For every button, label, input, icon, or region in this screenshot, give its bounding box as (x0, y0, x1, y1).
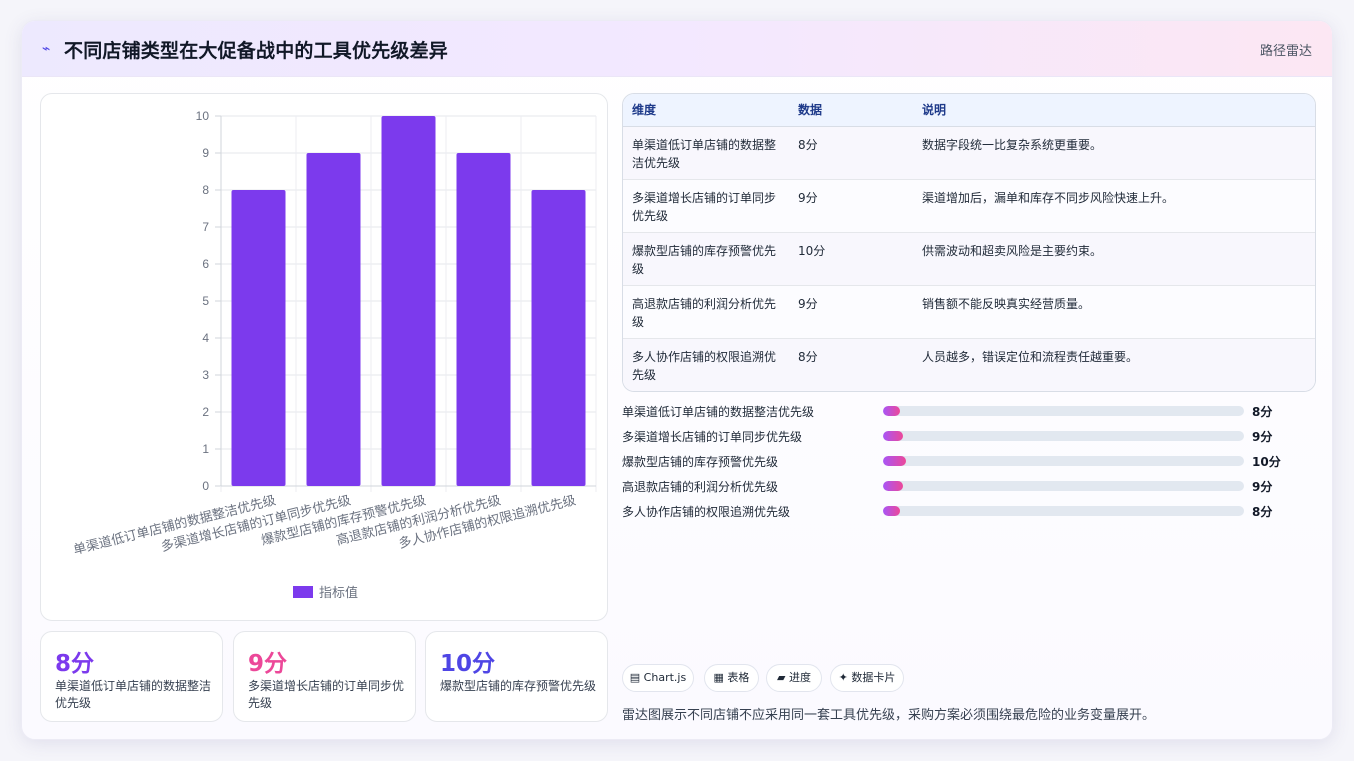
y-tick-label: 2 (202, 405, 209, 419)
chart-bar (381, 116, 436, 486)
table-row: 单渠道低订单店铺的数据整洁优先级 8分 数据字段统一比复杂系统更重要。 (623, 126, 1315, 180)
table-cell: 数据字段统一比复杂系统更重要。 (913, 126, 1315, 180)
pulse-icon: ⌁ (42, 41, 51, 57)
y-tick-label: 0 (202, 479, 209, 493)
chart-bar (231, 190, 286, 486)
y-tick-label: 1 (202, 442, 209, 456)
stat-card-1: 8分 单渠道低订单店铺的数据整洁优先级 (40, 631, 223, 722)
column-header: 维度 (623, 94, 789, 127)
stat-card-2: 9分 多渠道增长店铺的订单同步优先级 (233, 631, 416, 722)
stat-value: 10分 (440, 651, 496, 677)
table-cell: 渠道增加后，漏单和库存不同步风险快速上升。 (913, 179, 1315, 233)
stat-value: 8分 (55, 651, 95, 677)
progress-track (883, 456, 1244, 466)
legend-label: 指标值 (319, 585, 358, 601)
progress-value: 9分 (1252, 430, 1273, 444)
y-tick-label: 10 (196, 109, 210, 123)
table-cell: 8分 (798, 349, 818, 364)
progress-fill (883, 406, 901, 416)
table-cell: 10分 (789, 232, 913, 286)
progress-track (883, 406, 1244, 416)
progress-value: 10分 (1252, 455, 1281, 469)
progress-row: 爆款型店铺的库存预警优先级 10分 (622, 451, 1316, 471)
progress-track (883, 481, 1244, 491)
table-row: 高退款店铺的利润分析优先级 9分 销售额不能反映真实经营质量。 (623, 285, 1315, 339)
table-cell: 9分 (789, 179, 913, 233)
stat-card-3: 10分 爆款型店铺的库存预警优先级 (425, 631, 608, 722)
progress-row: 高退款店铺的利润分析优先级 9分 (622, 476, 1316, 496)
progress-track (883, 431, 1244, 441)
tag-table[interactable]: ▦ 表格 (704, 664, 759, 692)
progress-fill (883, 431, 904, 441)
table-header-row: 维度 数据 说明 (623, 94, 1315, 127)
progress-track (883, 506, 1244, 516)
progress-label: 单渠道低订单店铺的数据整洁优先级 (622, 405, 815, 419)
progress-row: 多人协作店铺的权限追溯优先级 8分 (622, 501, 1316, 521)
dashboard-card: ⌁ 不同店铺类型在大促备战中的工具优先级差异 路径雷达 0 1 2 3 4 5 6 7 8 9 10… (21, 20, 1333, 740)
chart-bar (456, 153, 511, 486)
progress-label: 多人协作店铺的权限追溯优先级 (622, 505, 791, 519)
stat-value: 9分 (248, 651, 288, 677)
table-cell: 爆款型店铺的库存预警优先级 (623, 232, 789, 286)
progress-row: 多渠道增长店铺的订单同步优先级 9分 (622, 426, 1316, 446)
y-tick-label: 5 (202, 294, 209, 308)
y-tick-label: 4 (202, 331, 209, 345)
chart-bar (306, 153, 361, 486)
table-cell: 单渠道低订单店铺的数据整洁优先级 (623, 126, 789, 180)
table-row: 多人协作店铺的权限追溯优先级 8分 人员越多，错误定位和流程责任越重要。 (623, 338, 1315, 391)
progress-value: 8分 (1252, 505, 1273, 519)
progress-label: 高退款店铺的利润分析优先级 (622, 480, 779, 494)
tag-data-card[interactable]: ✦ 数据卡片 (830, 664, 904, 692)
table-cell: 9分 (789, 285, 913, 339)
tag-chartjs[interactable]: ▤ Chart.js (622, 664, 694, 692)
progress-value: 8分 (1252, 405, 1273, 419)
y-tick-label: 8 (202, 183, 209, 197)
table-row: 多渠道增长店铺的订单同步优先级 9分 渠道增加后，漏单和库存不同步风险快速上升。 (623, 179, 1315, 233)
y-tick-label: 9 (202, 146, 209, 160)
header-bar: ⌁ 不同店铺类型在大促备战中的工具优先级差异 路径雷达 (22, 21, 1332, 77)
stat-label: 爆款型店铺的库存预警优先级 (440, 679, 597, 693)
table-row: 爆款型店铺的库存预警优先级 10分 供需波动和超卖风险是主要约束。 (623, 232, 1315, 286)
data-table: 维度 数据 说明 单渠道低订单店铺的数据整洁优先级 8分 数据字段统一比复杂系统… (622, 93, 1316, 392)
footer-summary: 雷达图展示不同店铺不应采用同一套工具优先级，采购方案必须围绕最危险的业务变量展开… (622, 708, 1156, 723)
progress-fill (883, 456, 907, 466)
progress-label: 爆款型店铺的库存预警优先级 (622, 455, 779, 469)
bar-chart: 012345678910单渠道低订单店铺的数据整洁优先级多渠道增长店铺的订单同步… (72, 109, 597, 601)
bar-chart-panel: 0 1 2 3 4 5 6 7 8 9 10 单渠道低订单店铺的数据整洁优先级 多渠道增长店铺的订单同步… (40, 93, 608, 621)
table-cell: 销售额不能反映真实经营质量。 (913, 285, 1315, 339)
progress-fill (883, 506, 901, 516)
progress-label: 多渠道增长店铺的订单同步优先级 (622, 430, 803, 444)
column-header: 数据 (789, 94, 913, 127)
stat-label: 多渠道增长店铺的订单同步优先级 (248, 679, 405, 710)
table-cell: 供需波动和超卖风险是主要约束。 (913, 232, 1315, 286)
progress-value: 9分 (1252, 480, 1273, 494)
header-tag: 路径雷达 (1259, 44, 1312, 59)
y-tick-label: 6 (202, 257, 209, 271)
y-tick-label: 3 (202, 368, 209, 382)
chart-bar (531, 190, 586, 486)
column-header: 说明 (913, 94, 1315, 127)
table-cell: 多人协作店铺的权限追溯优先级 (632, 349, 777, 382)
table-cell: 多渠道增长店铺的订单同步优先级 (623, 179, 789, 233)
table-cell: 高退款店铺的利润分析优先级 (623, 285, 789, 339)
legend-swatch (293, 586, 313, 598)
table-cell: 8分 (789, 126, 913, 180)
progress-fill (883, 481, 904, 491)
page-title: 不同店铺类型在大促备战中的工具优先级差异 (64, 40, 449, 62)
y-tick-label: 7 (202, 220, 209, 234)
stat-label: 单渠道低订单店铺的数据整洁优先级 (55, 679, 212, 710)
tag-progress[interactable]: ▰ 进度 (766, 664, 822, 692)
progress-row: 单渠道低订单店铺的数据整洁优先级 8分 (622, 401, 1316, 421)
table-cell: 人员越多，错误定位和流程责任越重要。 (922, 349, 1139, 364)
